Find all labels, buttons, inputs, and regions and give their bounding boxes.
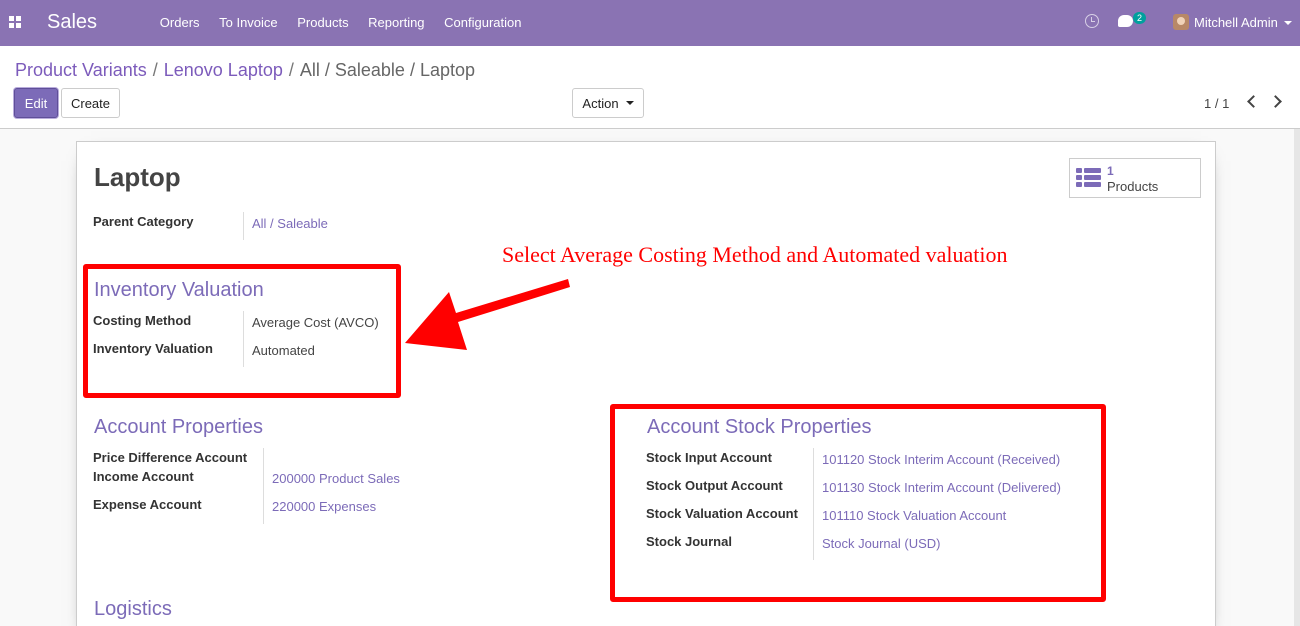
action-dropdown[interactable]: Action bbox=[572, 88, 644, 118]
income-account-label: Income Account bbox=[93, 469, 194, 484]
action-label: Action bbox=[582, 95, 619, 111]
app-name[interactable]: Sales bbox=[47, 11, 97, 34]
caret-down-icon bbox=[625, 101, 634, 105]
edit-button[interactable]: Edit bbox=[14, 88, 58, 118]
field-divider bbox=[263, 448, 264, 524]
chat-icon[interactable] bbox=[1118, 15, 1133, 27]
breadcrumb: Product Variants / Lenovo Laptop / All /… bbox=[15, 60, 475, 81]
chevron-left-icon[interactable] bbox=[1246, 96, 1255, 105]
breadcrumb-current: All / Saleable / Laptop bbox=[299, 60, 475, 80]
parent-category-label: Parent Category bbox=[93, 214, 194, 229]
record-title: Laptop bbox=[94, 162, 181, 192]
account-stock-highlight-box bbox=[610, 404, 1106, 602]
price-difference-label: Price Difference Account bbox=[93, 450, 248, 465]
scrollbar[interactable] bbox=[1294, 129, 1300, 626]
avatar[interactable] bbox=[1173, 14, 1189, 30]
apps-icon[interactable] bbox=[9, 16, 21, 28]
user-menu[interactable]: Mitchell Admin bbox=[1194, 15, 1278, 30]
list-icon bbox=[1076, 168, 1101, 188]
chat-count-badge: 2 bbox=[1133, 12, 1147, 24]
menu-item-products[interactable]: Products bbox=[287, 15, 358, 30]
control-panel: Product Variants / Lenovo Laptop / All /… bbox=[0, 46, 1300, 129]
menu-item-orders[interactable]: Orders bbox=[150, 15, 209, 30]
menu-item-reporting[interactable]: Reporting bbox=[358, 15, 434, 30]
inventory-valuation-highlight-box bbox=[83, 264, 401, 398]
chevron-right-icon[interactable] bbox=[1272, 96, 1281, 105]
main-menu: Orders To Invoice Products Reporting Con… bbox=[150, 15, 531, 30]
smart-button-label: Products bbox=[1107, 179, 1159, 194]
caret-down-icon[interactable] bbox=[1284, 21, 1292, 25]
menu-item-to-invoice[interactable]: To Invoice bbox=[209, 15, 287, 30]
products-smart-button[interactable]: 1 Products bbox=[1069, 158, 1201, 198]
field-divider bbox=[243, 212, 244, 240]
smart-button-count: 1 bbox=[1107, 164, 1114, 178]
clock-icon[interactable] bbox=[1085, 14, 1099, 28]
breadcrumb-separator: / bbox=[288, 60, 294, 80]
annotation-text: Select Average Costing Method and Automa… bbox=[502, 242, 1008, 267]
expense-account-value[interactable]: 220000 Expenses bbox=[272, 499, 376, 514]
pager-value[interactable]: 1 / 1 bbox=[1204, 96, 1229, 111]
breadcrumb-separator: / bbox=[152, 60, 158, 80]
parent-category-value[interactable]: All / Saleable bbox=[252, 216, 328, 231]
top-navbar: Sales Orders To Invoice Products Reporti… bbox=[0, 0, 1300, 46]
create-button[interactable]: Create bbox=[61, 88, 120, 118]
logistics-title: Logistics bbox=[94, 598, 172, 620]
breadcrumb-lenovo-laptop[interactable]: Lenovo Laptop bbox=[164, 60, 283, 81]
menu-item-configuration[interactable]: Configuration bbox=[434, 15, 531, 30]
expense-account-label: Expense Account bbox=[93, 497, 202, 512]
account-properties-title: Account Properties bbox=[94, 416, 263, 438]
income-account-value[interactable]: 200000 Product Sales bbox=[272, 471, 400, 486]
breadcrumb-product-variants[interactable]: Product Variants bbox=[15, 60, 147, 81]
